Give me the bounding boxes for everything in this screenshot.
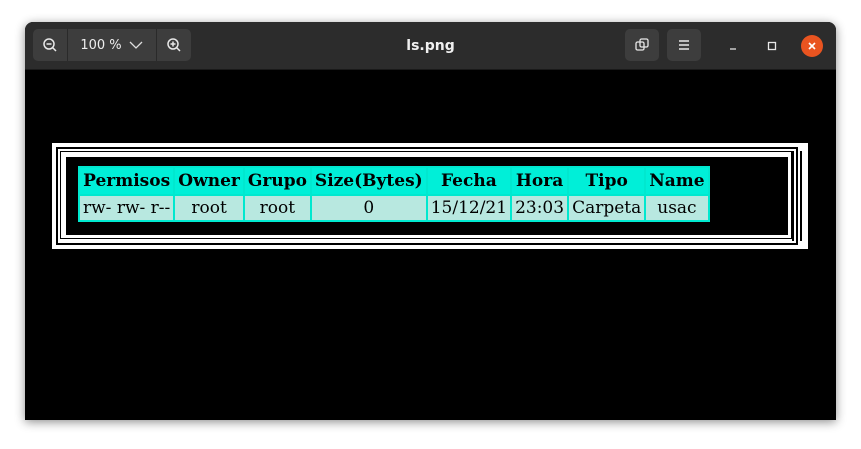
window-restore-icon	[635, 38, 649, 51]
header-fecha: Fecha	[427, 168, 511, 194]
maximize-button[interactable]	[761, 35, 783, 57]
zoom-level-dropdown[interactable]: 100 %	[68, 29, 156, 61]
minimize-button[interactable]	[722, 35, 744, 57]
hamburger-menu-icon	[679, 40, 689, 50]
cell-tipo: Carpeta	[569, 196, 645, 220]
cell-fecha: 15/12/21	[427, 196, 511, 220]
header-tipo: Tipo	[569, 168, 645, 194]
cell-size: 0	[311, 196, 426, 220]
cell-grupo: root	[244, 196, 310, 220]
header-name: Name	[646, 168, 708, 194]
header-size: Size(Bytes)	[311, 168, 426, 194]
header-permisos: Permisos	[80, 168, 174, 194]
table-row: rw- rw- r-- root root 0 15/12/21 23:03 C…	[80, 196, 708, 220]
chevron-down-icon	[129, 41, 143, 49]
table-header-row: Permisos Owner Grupo Size(Bytes) Fecha H…	[80, 168, 708, 194]
zoom-in-icon	[167, 38, 181, 52]
zoom-level-value: 100 %	[80, 37, 122, 53]
cell-name: usac	[646, 196, 708, 220]
zoom-controls: 100 %	[33, 29, 191, 61]
image-frame: Permisos Owner Grupo Size(Bytes) Fecha H…	[52, 143, 808, 249]
header-bar: 100 % ls.png	[25, 22, 836, 70]
main-menu-button[interactable]	[667, 29, 701, 61]
ls-table: Permisos Owner Grupo Size(Bytes) Fecha H…	[78, 166, 710, 222]
close-icon	[808, 42, 816, 50]
cell-hora: 23:03	[512, 196, 568, 220]
fit-window-button[interactable]	[625, 29, 659, 61]
header-hora: Hora	[512, 168, 568, 194]
cell-owner: root	[175, 196, 243, 220]
image-viewer-window: 100 % ls.png Permisos Owner Grupo Size(B…	[25, 22, 836, 420]
zoom-in-button[interactable]	[157, 29, 191, 61]
minimize-icon	[730, 48, 736, 50]
zoom-out-button[interactable]	[33, 29, 67, 61]
header-grupo: Grupo	[244, 168, 310, 194]
cell-permisos: rw- rw- r--	[80, 196, 174, 220]
zoom-out-icon	[43, 38, 57, 52]
close-button[interactable]	[801, 35, 823, 57]
frame-bevel	[792, 151, 802, 241]
maximize-icon	[767, 41, 777, 51]
header-owner: Owner	[175, 168, 243, 194]
table-panel: Permisos Owner Grupo Size(Bytes) Fecha H…	[66, 157, 788, 235]
